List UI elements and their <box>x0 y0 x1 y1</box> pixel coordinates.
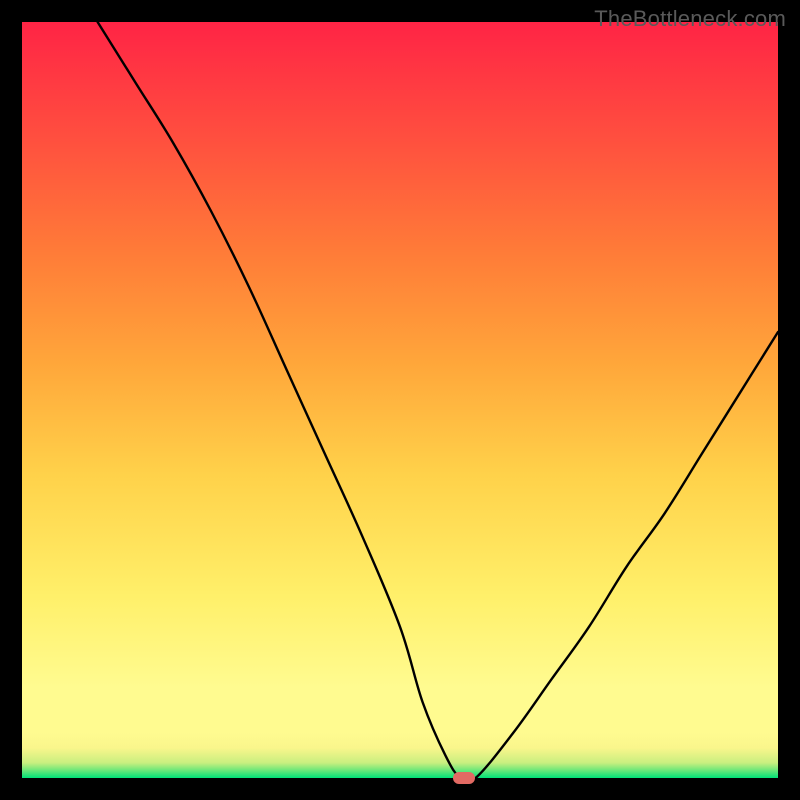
min-marker <box>453 772 475 784</box>
plot-area <box>22 22 778 778</box>
bottleneck-curve <box>98 22 778 778</box>
chart-frame: TheBottleneck.com <box>0 0 800 800</box>
curve-svg <box>22 22 778 778</box>
watermark-label: TheBottleneck.com <box>594 6 786 32</box>
